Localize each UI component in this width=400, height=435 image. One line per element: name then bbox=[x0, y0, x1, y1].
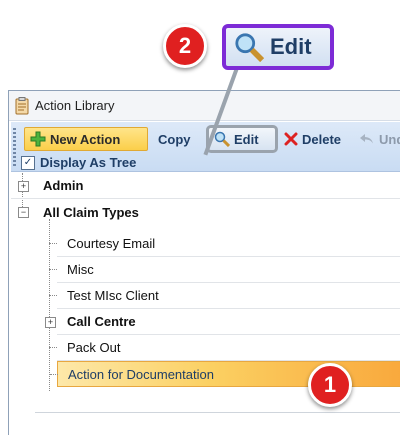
zoom-edit-label: Edit bbox=[270, 34, 312, 59]
tree-branch bbox=[50, 374, 58, 375]
tree-branch bbox=[49, 243, 57, 244]
collapse-icon[interactable]: − bbox=[18, 207, 29, 218]
step-2-number: 2 bbox=[178, 33, 192, 58]
tree-node-label: Admin bbox=[43, 178, 84, 193]
new-action-label: New Action bbox=[50, 131, 121, 147]
undo-button[interactable]: Und bbox=[354, 127, 400, 151]
magnifier-icon bbox=[214, 131, 230, 147]
tree-node-misc[interactable]: Misc bbox=[49, 257, 400, 283]
step-2-badge: 2 bbox=[163, 24, 207, 68]
tree-line bbox=[49, 219, 50, 391]
window-title: Action Library bbox=[35, 98, 115, 113]
display-as-tree-toggle[interactable]: ✓ Display As Tree bbox=[21, 155, 136, 170]
step-1-number: 1 bbox=[323, 372, 337, 397]
undo-label: Und bbox=[379, 131, 400, 147]
tree-node-label: Courtesy Email bbox=[67, 236, 156, 251]
title-bar: Action Library bbox=[9, 91, 400, 121]
expand-icon[interactable]: + bbox=[45, 317, 56, 328]
toolbar-grip[interactable] bbox=[13, 128, 16, 168]
display-as-tree-label: Display As Tree bbox=[40, 155, 137, 170]
tree-branch bbox=[49, 347, 57, 348]
tree-branch bbox=[49, 269, 57, 270]
tree-node-courtesy-email[interactable]: Courtesy Email bbox=[49, 231, 400, 257]
edit-zoom-callout: Edit bbox=[222, 24, 334, 70]
display-as-tree-checkbox[interactable]: ✓ bbox=[21, 155, 35, 170]
tree-node-test-misc-client[interactable]: Test MIsc Client bbox=[49, 283, 400, 309]
copy-label: Copy bbox=[158, 131, 191, 147]
tree-node-call-centre[interactable]: + Call Centre bbox=[45, 309, 400, 335]
clipboard-icon bbox=[15, 97, 29, 115]
edit-label: Edit bbox=[234, 131, 259, 147]
tree-node-label: Pack Out bbox=[67, 340, 121, 355]
plus-icon bbox=[30, 131, 46, 147]
new-action-button[interactable]: New Action bbox=[24, 127, 148, 151]
tree-node-label: Action for Documentation bbox=[68, 366, 214, 382]
delete-button[interactable]: Delete bbox=[279, 127, 346, 151]
tree-node-admin[interactable]: + Admin bbox=[11, 173, 400, 199]
step-1-badge: 1 bbox=[308, 363, 352, 407]
delete-label: Delete bbox=[302, 131, 342, 147]
expand-icon[interactable]: + bbox=[18, 181, 29, 192]
tree-node-label: All Claim Types bbox=[43, 204, 139, 220]
tree-node-pack-out[interactable]: Pack Out bbox=[49, 335, 400, 361]
undo-icon bbox=[360, 134, 373, 144]
tree-branch bbox=[49, 295, 57, 296]
tree-node-label: Test MIsc Client bbox=[67, 288, 159, 303]
tree-node-all-claim-types[interactable]: − All Claim Types bbox=[11, 199, 400, 225]
magnifier-icon bbox=[235, 33, 264, 62]
delete-x-icon bbox=[284, 132, 298, 146]
tree-node-label: Misc bbox=[67, 262, 94, 277]
copy-button[interactable]: Copy bbox=[153, 127, 196, 151]
tree-node-label: Call Centre bbox=[67, 314, 136, 329]
